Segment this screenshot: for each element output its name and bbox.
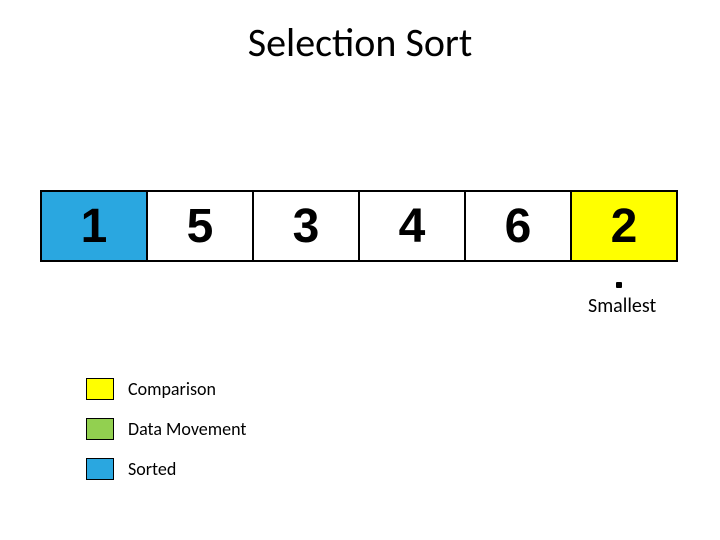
array-cell: 5 [146,190,254,262]
array-cell: 3 [252,190,360,262]
smallest-label: Smallest [588,294,656,318]
legend-swatch [86,378,114,400]
legend-swatch [86,458,114,480]
legend-label: Data Movement [128,418,246,440]
array-cell: 2 [570,190,678,262]
array-cell: 4 [358,190,466,262]
smallest-marker-dot [616,282,622,288]
legend-swatch [86,418,114,440]
array-cell: 6 [464,190,572,262]
array-cell: 1 [40,190,148,262]
legend-item-data-movement: Data Movement [86,418,246,440]
legend-item-comparison: Comparison [86,378,246,400]
legend-label: Comparison [128,378,216,400]
legend-label: Sorted [128,458,176,480]
legend: Comparison Data Movement Sorted [86,378,246,498]
array-row: 1 5 3 4 6 2 [40,190,678,262]
legend-item-sorted: Sorted [86,458,246,480]
page-title: Selection Sort [0,0,720,67]
